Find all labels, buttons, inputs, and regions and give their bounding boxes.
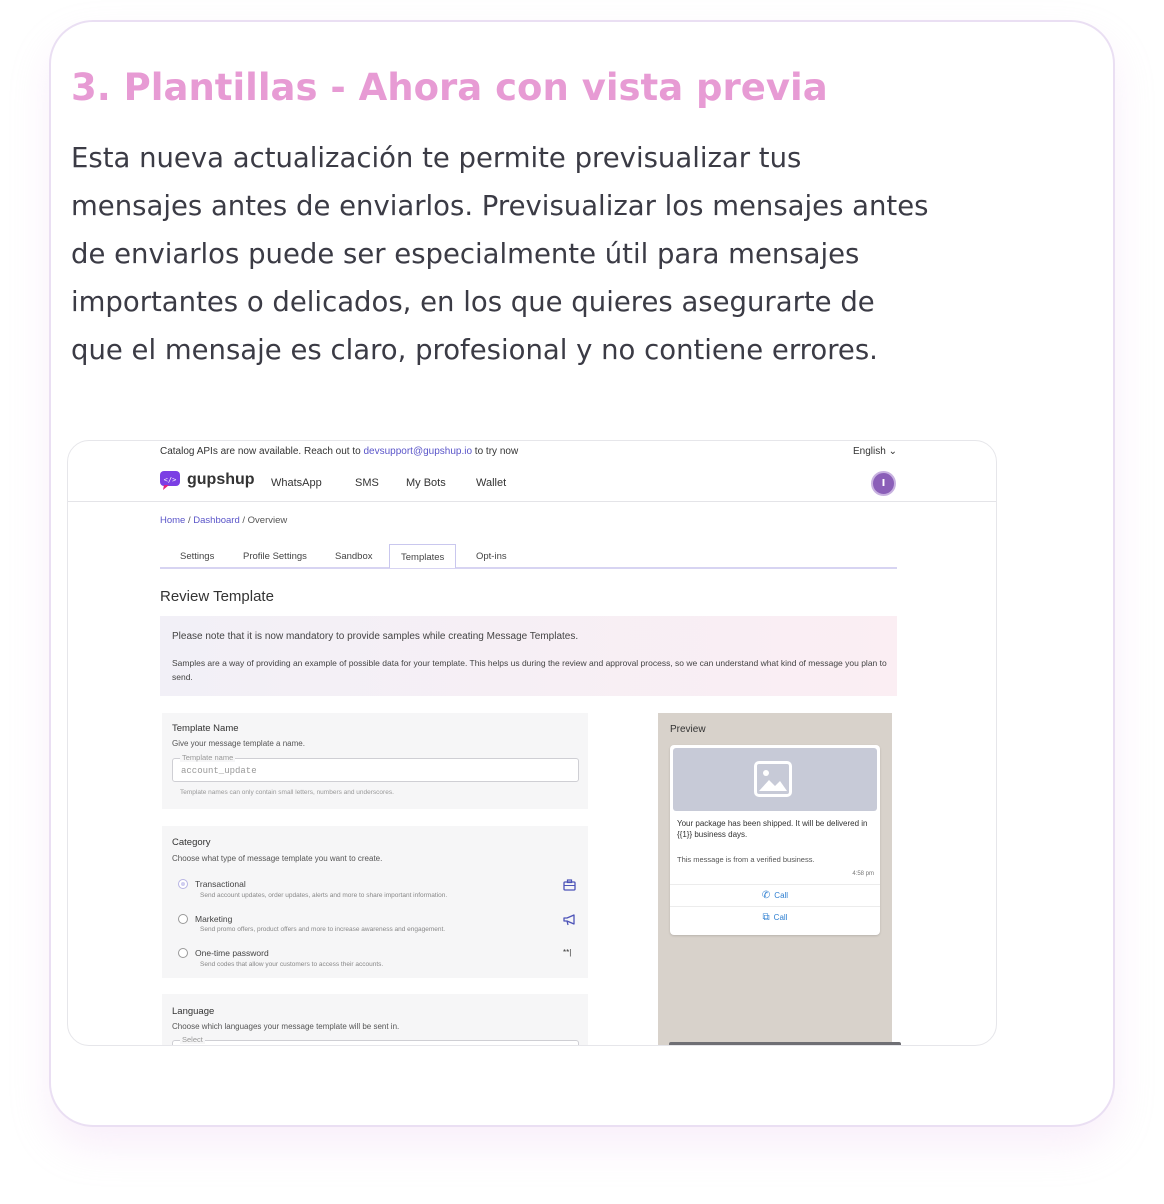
category-heading: Category bbox=[172, 837, 211, 848]
tab-profile-settings[interactable]: Profile Settings bbox=[243, 544, 307, 568]
template-name-value: account_update bbox=[181, 766, 257, 776]
nav-divider bbox=[68, 501, 996, 502]
notice-line-1: Please note that it is now mandatory to … bbox=[172, 631, 579, 642]
divider bbox=[670, 906, 880, 907]
image-icon bbox=[754, 761, 792, 797]
breadcrumb-current: Overview bbox=[247, 515, 288, 526]
user-avatar[interactable]: I bbox=[871, 471, 896, 496]
tab-settings[interactable]: Settings bbox=[180, 544, 214, 568]
template-name-input[interactable]: Template name account_update bbox=[172, 753, 579, 782]
category-subtitle: Choose what type of message template you… bbox=[172, 854, 383, 863]
brand-name[interactable]: gupshup bbox=[187, 471, 255, 489]
otp-desc: Send codes that allow your customers to … bbox=[200, 961, 384, 968]
divider bbox=[670, 884, 880, 885]
tab-sandbox[interactable]: Sandbox bbox=[335, 544, 373, 568]
template-name-heading: Template Name bbox=[172, 723, 239, 734]
card-description: Esta nueva actualización te permite prev… bbox=[71, 142, 929, 366]
announcement-bar: Catalog APIs are now available. Reach ou… bbox=[160, 446, 518, 457]
avatar-initial: I bbox=[881, 478, 886, 489]
url-button-label: Call bbox=[773, 913, 788, 922]
external-link-icon: ⧉ bbox=[762, 912, 770, 923]
megaphone-icon bbox=[563, 914, 576, 929]
nav-whatsapp[interactable]: WhatsApp bbox=[271, 477, 322, 489]
breadcrumb: Home / Dashboard / Overview bbox=[160, 515, 287, 526]
language-selector[interactable]: English ⌄ bbox=[853, 446, 897, 457]
template-name-section: Template Name Give your message template… bbox=[162, 713, 588, 809]
language-select[interactable]: Select bbox=[172, 1035, 579, 1045]
gupshup-screenshot: Catalog APIs are now available. Reach ou… bbox=[67, 440, 997, 1046]
phone-icon: ✆ bbox=[761, 890, 771, 901]
template-preview: Preview Your package has been shipped. I… bbox=[658, 713, 892, 1045]
message-time: 4:58 pm bbox=[852, 871, 874, 877]
briefcase-icon bbox=[563, 879, 576, 894]
samples-notice: Please note that it is now mandatory to … bbox=[160, 616, 897, 696]
tab-templates[interactable]: Templates bbox=[389, 544, 457, 568]
call-button[interactable]: ✆ Call bbox=[670, 890, 880, 901]
breadcrumb-dashboard[interactable]: Dashboard bbox=[193, 515, 239, 526]
gupshup-logo-icon: </> bbox=[160, 471, 180, 490]
svg-text:</>: </> bbox=[164, 476, 177, 484]
marketing-label: Marketing bbox=[195, 914, 233, 924]
nav-wallet[interactable]: Wallet bbox=[476, 477, 506, 489]
url-button[interactable]: ⧉ Call bbox=[670, 912, 880, 923]
tab-opt-ins[interactable]: Opt-ins bbox=[476, 544, 507, 568]
template-name-subtitle: Give your message template a name. bbox=[172, 739, 305, 748]
announcement-suffix: to try now bbox=[472, 446, 519, 457]
nav-my-bots[interactable]: My Bots bbox=[406, 477, 446, 489]
breadcrumb-separator: / bbox=[239, 515, 248, 526]
otp-label: One-time password bbox=[195, 948, 269, 958]
message-body: Your package has been shipped. It will b… bbox=[677, 819, 868, 839]
transactional-desc: Send account updates, order updates, ale… bbox=[200, 892, 448, 899]
nav-sms[interactable]: SMS bbox=[355, 477, 379, 489]
language-section: Language Choose which languages your mes… bbox=[162, 994, 588, 1045]
template-name-hint: Template names can only contain small le… bbox=[180, 789, 394, 796]
message-footer: This message is from a verified business… bbox=[677, 855, 815, 864]
language-heading: Language bbox=[172, 1006, 215, 1017]
preview-scrollbar[interactable] bbox=[669, 1042, 901, 1045]
marketing-radio[interactable] bbox=[178, 914, 188, 924]
transactional-radio[interactable] bbox=[178, 879, 188, 889]
otp-radio[interactable] bbox=[178, 948, 188, 958]
breadcrumb-home[interactable]: Home bbox=[160, 515, 185, 526]
preview-title: Preview bbox=[670, 724, 706, 735]
devsupport-link[interactable]: devsupport@gupshup.io bbox=[363, 446, 472, 457]
transactional-label: Transactional bbox=[195, 879, 246, 889]
card-title: 3. Plantillas - Ahora con vista previa bbox=[71, 66, 828, 109]
announcement-prefix: Catalog APIs are now available. Reach ou… bbox=[160, 446, 364, 457]
message-bubble: Your package has been shipped. It will b… bbox=[670, 745, 880, 935]
page-title: Review Template bbox=[160, 588, 274, 605]
image-placeholder bbox=[673, 748, 877, 811]
notice-line-2: Samples are a way of providing an exampl… bbox=[172, 658, 887, 682]
template-name-label: Template name bbox=[180, 753, 236, 762]
marketing-desc: Send promo offers, product offers and mo… bbox=[200, 926, 446, 933]
language-select-label: Select bbox=[180, 1035, 205, 1044]
call-button-label: Call bbox=[774, 891, 789, 900]
category-section: Category Choose what type of message tem… bbox=[162, 826, 588, 978]
password-icon: **| bbox=[563, 948, 572, 957]
language-subtitle: Choose which languages your message temp… bbox=[172, 1022, 400, 1031]
